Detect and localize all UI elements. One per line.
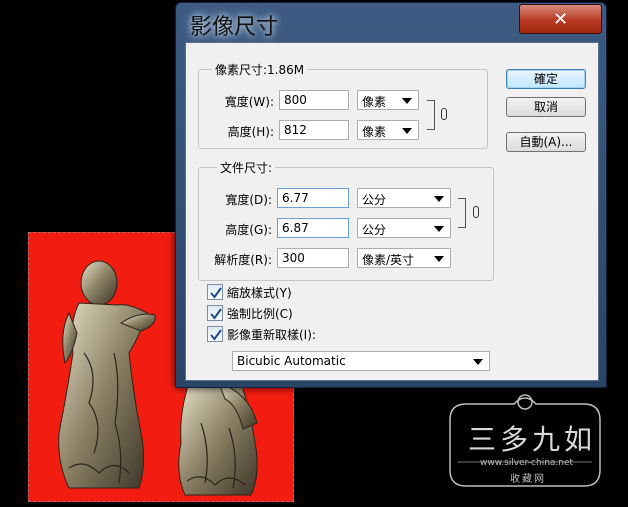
pixel-width-input[interactable]: 800 bbox=[279, 90, 349, 110]
resample-image-checkbox[interactable] bbox=[207, 326, 223, 342]
chevron-down-icon bbox=[473, 359, 483, 365]
pixel-height-unit-value: 像素 bbox=[362, 125, 387, 139]
chain-link-icon bbox=[441, 108, 447, 120]
dialog-body: 像素尺寸:1.86M 寬度(W): 800 像素 高度(H): 812 像素 文… bbox=[185, 42, 599, 381]
pixel-link-bracket bbox=[427, 100, 435, 130]
doc-width-label: 寬度(D): bbox=[225, 193, 272, 207]
watermark-logo: 三多九如 www.silver-china.net 收藏网 bbox=[430, 390, 620, 502]
resolution-unit-select[interactable]: 像素/英寸 bbox=[357, 248, 451, 268]
watermark-name: 三多九如 bbox=[468, 423, 597, 456]
pixel-height-input[interactable]: 812 bbox=[279, 120, 349, 140]
pixel-dimensions-legend: 像素尺寸:1.86M bbox=[212, 61, 308, 78]
scale-styles-checkbox[interactable] bbox=[207, 284, 223, 300]
pixel-width-unit-value: 像素 bbox=[362, 95, 387, 109]
checkmark-icon bbox=[210, 308, 222, 320]
chain-link-icon bbox=[473, 206, 479, 218]
resolution-label: 解析度(R): bbox=[214, 253, 272, 267]
scale-styles-checkbox-row[interactable]: 縮放樣式(Y) bbox=[207, 283, 292, 301]
resolution-input[interactable]: 300 bbox=[277, 248, 349, 268]
watermark-url: www.silver-china.net bbox=[480, 458, 574, 468]
constrain-proportions-checkbox-row[interactable]: 強制比例(C) bbox=[207, 304, 293, 322]
checkmark-icon bbox=[210, 287, 222, 299]
resolution-unit-value: 像素/英寸 bbox=[362, 253, 415, 267]
dialog-title: 影像尺寸 bbox=[190, 15, 279, 40]
doc-height-unit-select[interactable]: 公分 bbox=[357, 218, 451, 238]
resample-method-value: Bicubic Automatic bbox=[237, 354, 346, 368]
doc-height-unit-value: 公分 bbox=[362, 223, 387, 237]
resample-image-label: 影像重新取樣(I): bbox=[227, 327, 316, 342]
constrain-proportions-checkbox[interactable] bbox=[207, 305, 223, 321]
image-size-dialog: 影像尺寸 ✕ 像素尺寸:1.86M 寬度(W): 800 像素 高度(H): 8… bbox=[175, 2, 607, 388]
pixel-height-label: 高度(H): bbox=[227, 125, 274, 139]
watermark-subtitle: 收藏网 bbox=[510, 474, 546, 485]
pixel-width-label: 寬度(W): bbox=[224, 95, 274, 109]
cancel-button[interactable]: 取消 bbox=[506, 97, 586, 117]
doc-height-input[interactable]: 6.87 bbox=[277, 218, 349, 238]
chevron-down-icon bbox=[434, 196, 444, 202]
document-size-legend: 文件尺寸: bbox=[217, 159, 276, 176]
chevron-down-icon bbox=[402, 98, 412, 104]
doc-width-unit-value: 公分 bbox=[362, 193, 387, 207]
doc-width-input[interactable]: 6.77 bbox=[277, 188, 349, 208]
ok-button[interactable]: 確定 bbox=[506, 69, 586, 89]
constrain-proportions-label: 強制比例(C) bbox=[227, 306, 293, 321]
close-button[interactable]: ✕ bbox=[519, 4, 602, 34]
resample-image-checkbox-row[interactable]: 影像重新取樣(I): bbox=[207, 325, 316, 343]
chevron-down-icon bbox=[434, 226, 444, 232]
chevron-down-icon bbox=[402, 128, 412, 134]
resample-method-select[interactable]: Bicubic Automatic bbox=[232, 351, 490, 371]
scale-styles-label: 縮放樣式(Y) bbox=[227, 285, 292, 300]
chevron-down-icon bbox=[434, 256, 444, 262]
doc-height-label: 高度(G): bbox=[225, 223, 272, 237]
document-link-bracket bbox=[458, 198, 466, 228]
pixel-width-unit-select[interactable]: 像素 bbox=[357, 90, 419, 110]
pixel-height-unit-select[interactable]: 像素 bbox=[357, 120, 419, 140]
doc-width-unit-select[interactable]: 公分 bbox=[357, 188, 451, 208]
checkmark-icon bbox=[210, 329, 222, 341]
auto-button[interactable]: 自動(A)... bbox=[506, 132, 586, 152]
